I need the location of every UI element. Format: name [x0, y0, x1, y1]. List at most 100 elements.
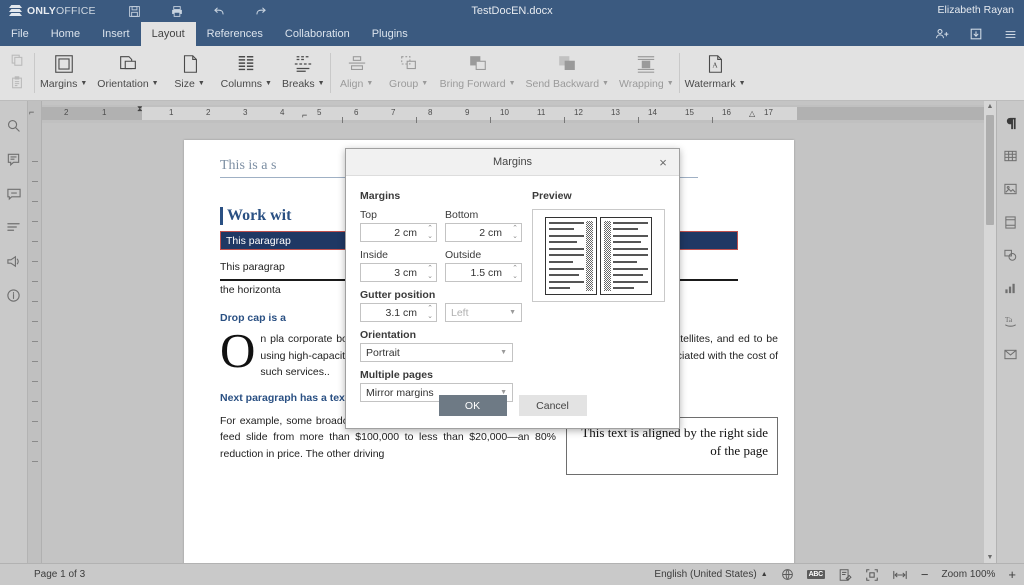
margins-dialog[interactable]: Margins × Margins Top ⌃⌄ Bottom ⌃⌄ — [345, 148, 680, 429]
gutter-position-field[interactable]: ⌃⌄ — [360, 303, 437, 322]
close-icon[interactable]: × — [655, 154, 671, 170]
ribbon-send-backward-button[interactable]: Send Backward ▼ — [521, 46, 614, 101]
indent-marker-right[interactable]: △ — [749, 109, 755, 118]
chevron-down-icon: ▼ — [602, 79, 609, 87]
tab-layout[interactable]: Layout — [140, 22, 196, 46]
open-file-location-icon[interactable] — [966, 24, 986, 44]
cancel-button[interactable]: Cancel — [518, 395, 587, 416]
set-language-icon[interactable] — [781, 568, 794, 581]
comment-icon[interactable] — [4, 149, 24, 169]
ribbon-wrapping-button[interactable]: Wrapping ▼ — [614, 46, 679, 101]
inside-margin-input[interactable] — [361, 266, 419, 279]
image-icon[interactable] — [1001, 179, 1021, 199]
zoom-level[interactable]: Zoom 100% — [941, 569, 995, 580]
language-selector[interactable]: English (United States) ▲ — [654, 569, 767, 580]
tab-plugins[interactable]: Plugins — [361, 22, 419, 46]
user-name[interactable]: Elizabeth Rayan — [938, 4, 1014, 16]
orientation-select[interactable]: Portrait ▼ — [360, 343, 513, 362]
fit-width-icon[interactable] — [892, 569, 908, 581]
top-margin-input[interactable] — [361, 226, 419, 239]
ribbon-align-button[interactable]: Align ▼ — [331, 46, 383, 101]
shape-icon[interactable] — [1001, 245, 1021, 265]
redo-icon[interactable] — [250, 0, 272, 22]
vertical-ruler[interactable]: ⌐ — [28, 101, 42, 563]
scrollbar-thumb[interactable] — [986, 115, 994, 225]
zoom-in-button[interactable]: + — [1008, 567, 1016, 582]
left-sidebar — [0, 101, 28, 563]
search-icon[interactable] — [4, 115, 24, 135]
tab-home[interactable]: Home — [40, 22, 91, 46]
table-icon[interactable] — [1001, 146, 1021, 166]
spinner-arrows-icon[interactable]: ⌃ ⌄ — [512, 265, 518, 281]
ribbon-bring-forward-button[interactable]: Bring Forward ▼ — [435, 46, 521, 101]
ribbon-size-button[interactable]: Size ▼ — [164, 46, 216, 101]
copy-icon[interactable] — [10, 53, 24, 72]
preview-gutter-left — [586, 220, 593, 291]
onlyoffice-document-editor: ONLYOFFICE TestDocEN.docx Elizabeth Raya… — [0, 0, 1024, 585]
brand-light: OFFICE — [56, 5, 96, 17]
spinner-arrows-icon[interactable]: ⌃ ⌄ — [512, 225, 518, 241]
scroll-down-icon[interactable]: ▼ — [984, 554, 996, 561]
share-user-icon[interactable] — [932, 24, 952, 44]
pilcrow-icon[interactable] — [1001, 113, 1021, 133]
spinner-arrows-icon[interactable]: ⌃ ⌄ — [427, 305, 433, 321]
ruler-tick-8: 8 — [428, 108, 433, 117]
top-margin-field[interactable]: ⌃⌄ — [360, 223, 437, 242]
right-sidebar: Ta — [996, 101, 1024, 563]
undo-icon[interactable] — [208, 0, 230, 22]
paste-icon[interactable] — [10, 75, 24, 95]
horizontal-ruler[interactable]: 2 1 1 2 3 4 5 6 7 8 9 10 11 12 13 14 15 … — [42, 104, 992, 123]
info-icon[interactable] — [4, 285, 24, 305]
mail-merge-icon[interactable] — [1001, 344, 1021, 364]
tab-collaboration[interactable]: Collaboration — [274, 22, 361, 46]
zoom-out-button[interactable]: − — [921, 567, 929, 582]
ruler-tick-5: 5 — [317, 108, 322, 117]
align-shapes-icon — [346, 50, 368, 78]
bottom-margin-input[interactable] — [446, 226, 504, 239]
text-art-icon[interactable]: Ta — [1001, 311, 1021, 331]
gutter-position-input[interactable] — [361, 306, 419, 319]
chevron-down-icon: ▼ — [509, 309, 516, 316]
ribbon-watermark-button[interactable]: A Watermark ▼ — [680, 46, 751, 101]
document-heading-1[interactable]: Work wit — [220, 207, 291, 225]
chat-icon[interactable] — [4, 183, 24, 203]
spinner-arrows-icon[interactable]: ⌃ ⌄ — [427, 225, 433, 241]
ok-button[interactable]: OK — [438, 395, 507, 416]
header-footer-icon[interactable] — [1001, 212, 1021, 232]
view-settings-icon[interactable] — [1000, 24, 1020, 44]
headings-icon[interactable] — [4, 217, 24, 237]
dialog-title-bar: Margins × — [346, 149, 679, 176]
gutter-side-select[interactable]: Left ▼ — [445, 303, 522, 322]
outside-margin-label: Outside — [445, 249, 482, 261]
save-icon[interactable] — [124, 0, 146, 22]
ribbon-columns-button[interactable]: Columns ▼ — [216, 46, 277, 101]
chart-icon[interactable] — [1001, 278, 1021, 298]
spell-check-icon[interactable]: ABC — [806, 570, 825, 579]
tab-stop-marker[interactable]: ⌐ — [302, 110, 307, 120]
scroll-up-icon[interactable]: ▲ — [984, 103, 996, 110]
megaphone-icon[interactable] — [4, 251, 24, 271]
chevron-down-icon: ▼ — [738, 79, 746, 87]
print-icon[interactable] — [166, 0, 188, 22]
ribbon-orientation-button[interactable]: Orientation ▼ — [92, 46, 163, 101]
fit-page-icon[interactable] — [865, 568, 879, 582]
outside-margin-field[interactable]: ⌃⌄ — [445, 263, 522, 282]
menu-tab-bar: File Home Insert Layout References Colla… — [0, 22, 1024, 46]
outside-margin-input[interactable] — [446, 266, 504, 279]
bottom-margin-field[interactable]: ⌃⌄ — [445, 223, 522, 242]
inside-margin-field[interactable]: ⌃⌄ — [360, 263, 437, 282]
track-changes-icon[interactable] — [838, 568, 852, 582]
tab-references[interactable]: References — [196, 22, 274, 46]
ribbon-breaks-button[interactable]: Breaks ▼ — [277, 46, 330, 101]
title-bar: ONLYOFFICE TestDocEN.docx Elizabeth Raya… — [0, 0, 1024, 22]
indent-marker-first-line[interactable]: ⧗ — [137, 104, 143, 114]
vertical-scrollbar[interactable]: ▲ ▼ — [984, 101, 996, 563]
ribbon-margins-button[interactable]: Margins ▼ — [35, 46, 92, 101]
orientation-icon — [117, 50, 139, 78]
text-wrapping-icon — [635, 50, 657, 78]
top-margin-label: Top — [360, 209, 377, 221]
ribbon-group-button[interactable]: Group ▼ — [383, 46, 435, 101]
tab-insert[interactable]: Insert — [91, 22, 141, 46]
spinner-arrows-icon[interactable]: ⌃ ⌄ — [427, 265, 433, 281]
tab-file[interactable]: File — [0, 22, 40, 46]
